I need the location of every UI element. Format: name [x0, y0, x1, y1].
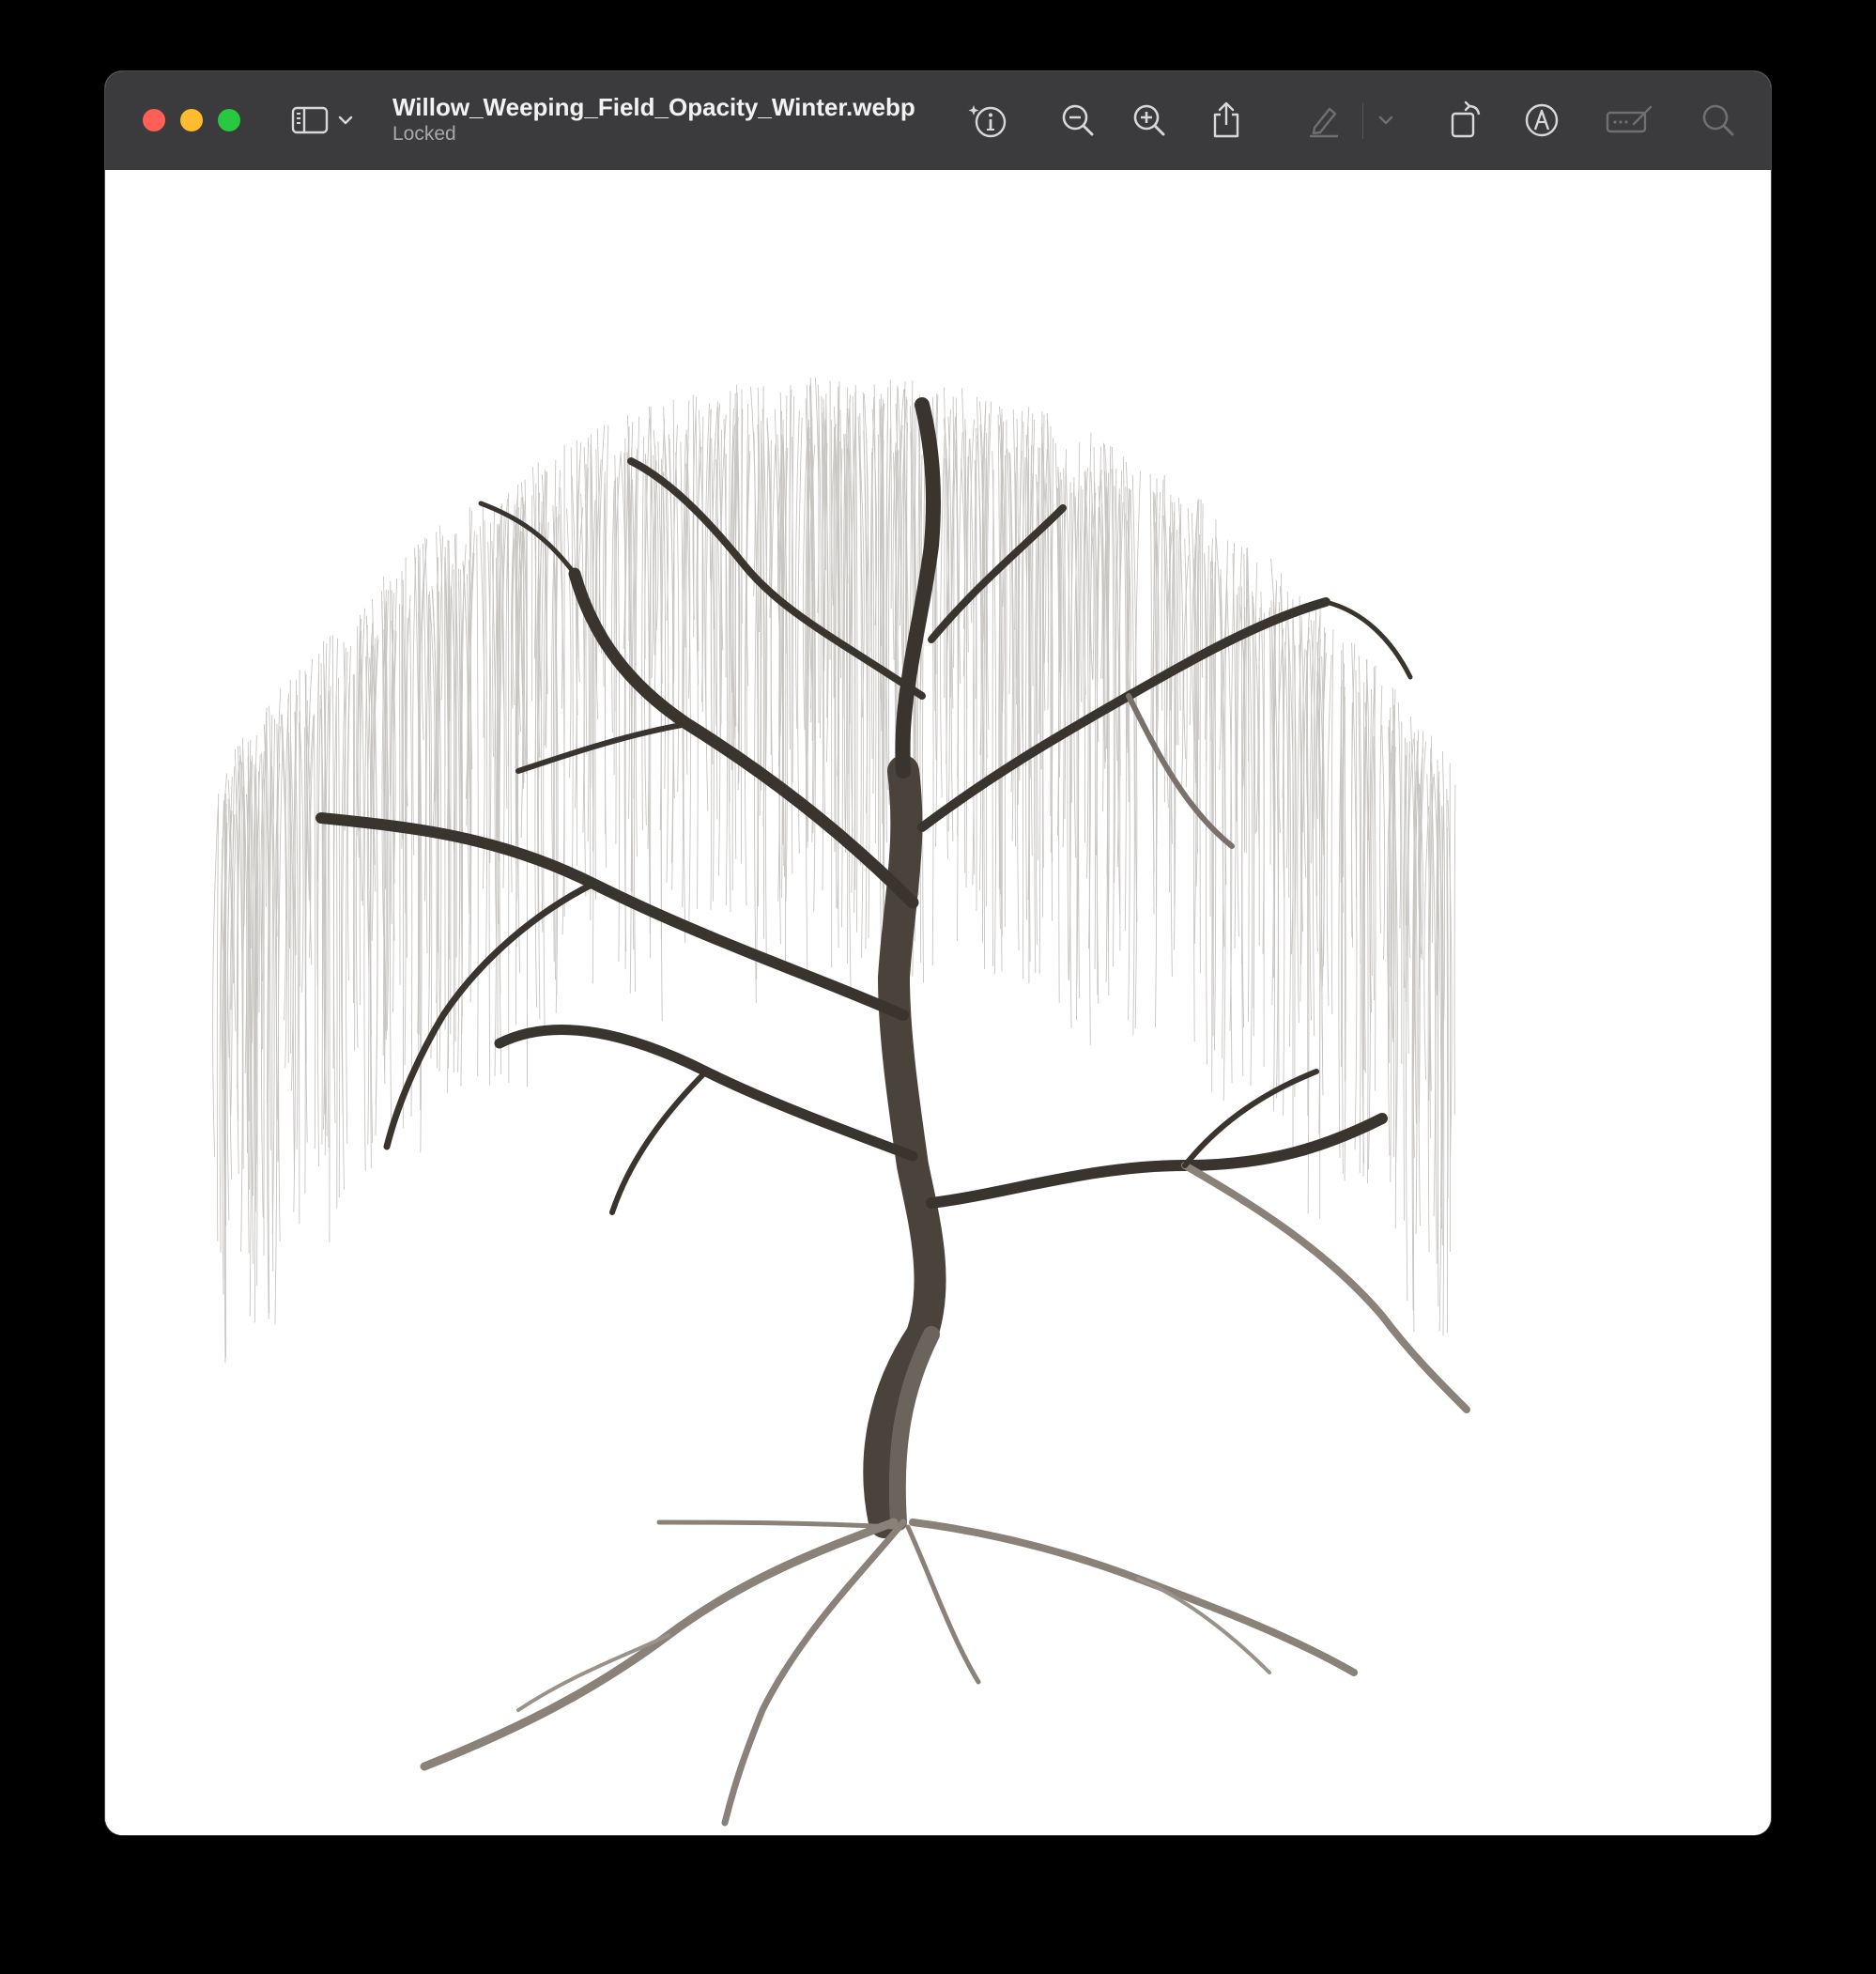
close-button[interactable]	[143, 109, 165, 131]
sidebar-menu-button[interactable]	[334, 94, 357, 147]
zoom-window-button[interactable]	[218, 109, 240, 131]
markup-icon	[1523, 101, 1561, 139]
sidebar-toggle-button[interactable]	[289, 94, 331, 147]
chevron-down-icon	[337, 115, 354, 126]
highlight-button[interactable]	[1303, 94, 1345, 147]
chevron-down-icon	[1377, 115, 1394, 126]
share-button[interactable]	[1206, 94, 1247, 147]
form-fill-button[interactable]	[1604, 94, 1656, 147]
minimize-button[interactable]	[180, 109, 203, 131]
markup-button[interactable]	[1521, 94, 1562, 147]
inspector-button[interactable]	[965, 94, 1012, 147]
document-title-area[interactable]: Willow_Weeping_Field_Opacity_Winter.webp…	[392, 92, 1050, 147]
rotate-button[interactable]	[1446, 94, 1487, 147]
form-fill-icon	[1606, 103, 1654, 137]
info-icon	[966, 100, 1011, 141]
sidebar-icon	[291, 105, 329, 135]
preview-window: Willow_Weeping_Field_Opacity_Winter.webp…	[105, 71, 1771, 1835]
document-title: Willow_Weeping_Field_Opacity_Winter.webp	[392, 93, 915, 121]
image-canvas	[105, 170, 1771, 1835]
document-status: Locked	[392, 123, 456, 145]
toolbar-divider	[1362, 103, 1363, 139]
title-bar: Willow_Weeping_Field_Opacity_Winter.webp…	[105, 71, 1771, 171]
search-icon	[1699, 101, 1737, 139]
willow-tree-image	[212, 377, 1470, 1827]
zoom-out-icon	[1059, 101, 1097, 139]
zoom-in-button[interactable]	[1129, 94, 1170, 147]
share-icon	[1209, 100, 1243, 140]
highlight-menu-button[interactable]	[1375, 94, 1397, 147]
rotate-icon	[1448, 100, 1485, 140]
zoom-out-button[interactable]	[1057, 94, 1099, 147]
search-button[interactable]	[1698, 94, 1739, 147]
highlight-icon	[1305, 101, 1343, 139]
zoom-in-icon	[1130, 101, 1168, 139]
